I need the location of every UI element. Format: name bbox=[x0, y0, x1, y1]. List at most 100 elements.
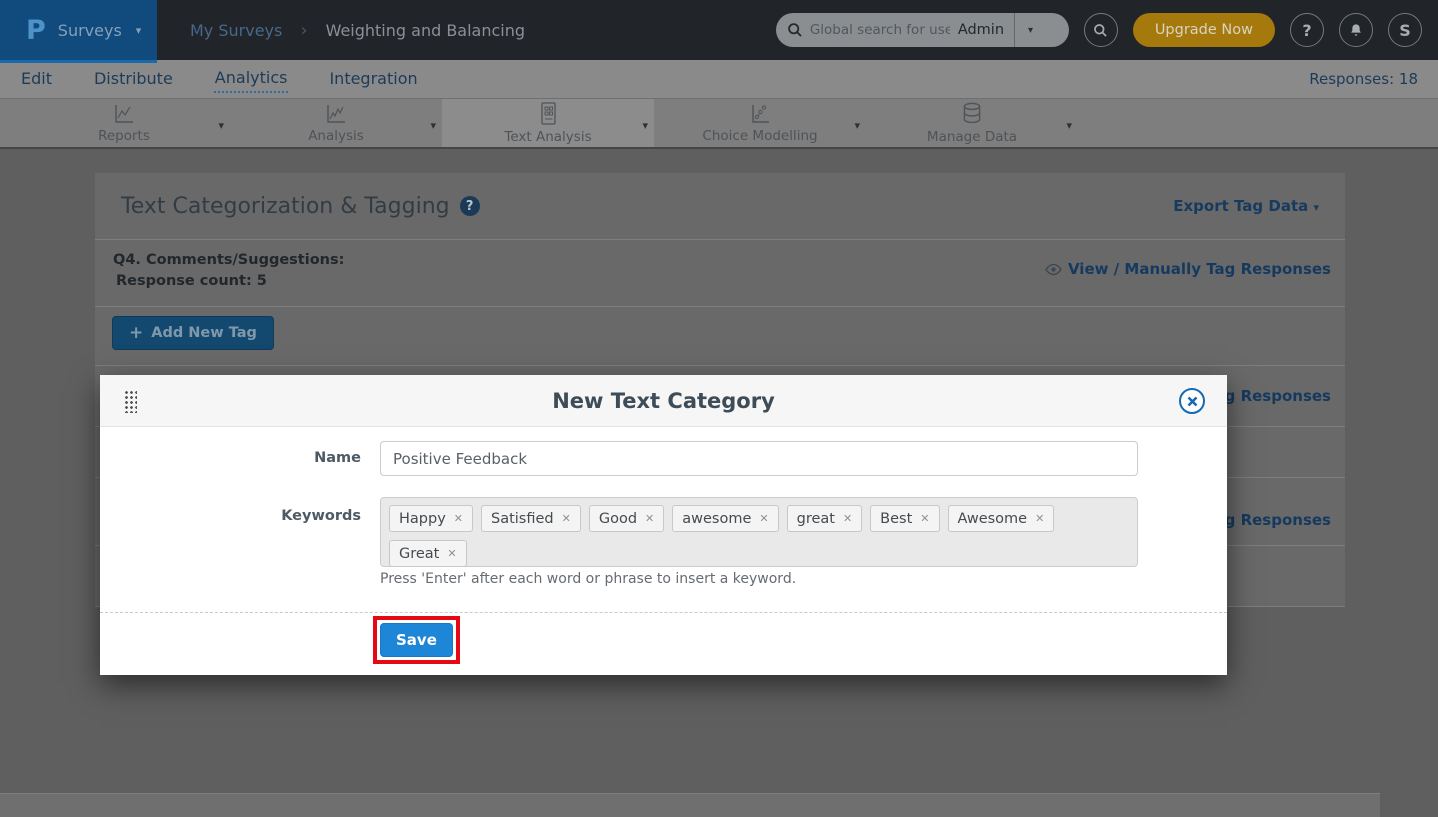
keyword-label: Satisfied bbox=[491, 511, 554, 527]
page-footer bbox=[0, 793, 1438, 817]
toolbar-item-label: Reports bbox=[98, 128, 150, 144]
tab-distribute[interactable]: Distribute bbox=[93, 67, 174, 92]
toolbar-item-label: Manage Data bbox=[927, 129, 1017, 145]
remove-keyword-icon[interactable]: ✕ bbox=[843, 512, 852, 525]
document-grid-icon bbox=[536, 101, 560, 127]
chevron-down-icon[interactable]: ▾ bbox=[430, 119, 436, 132]
question-icon: ? bbox=[466, 199, 474, 214]
keyword-label: awesome bbox=[682, 511, 751, 527]
bell-icon bbox=[1348, 22, 1364, 38]
toolbar-item-text-analysis[interactable]: Text Analysis ▾ bbox=[442, 99, 654, 147]
surveys-menu-label: Surveys bbox=[58, 21, 122, 40]
keyword-chip: Best ✕ bbox=[870, 505, 939, 532]
keyword-chip: Satisfied ✕ bbox=[481, 505, 581, 532]
toolbar-item-analysis[interactable]: Analysis ▾ bbox=[230, 99, 442, 147]
keyword-label: great bbox=[797, 511, 835, 527]
toolbar-item-label: Choice Modelling bbox=[702, 128, 817, 144]
add-tag-row: + Add New Tag bbox=[95, 307, 1345, 366]
breadcrumb-my-surveys[interactable]: My Surveys bbox=[190, 21, 282, 40]
page-title: Text Categorization & Tagging bbox=[121, 194, 450, 219]
keywords-row: Keywords Happy ✕ Satisfied ✕ Good ✕ awesome… bbox=[100, 497, 1138, 567]
search-icon bbox=[1093, 23, 1108, 38]
question-row: Q4. Comments/Suggestions: Response count… bbox=[95, 240, 1345, 307]
line-chart-icon bbox=[111, 102, 137, 126]
help-icon[interactable]: ? bbox=[460, 196, 480, 216]
chevron-down-icon: ▾ bbox=[136, 24, 142, 37]
toolbar-item-choice-modelling[interactable]: Choice Modelling ▾ bbox=[654, 99, 866, 147]
toolbar-item-label: Analysis bbox=[308, 128, 364, 144]
notifications-button[interactable] bbox=[1339, 13, 1373, 47]
modal-header: New Text Category bbox=[100, 375, 1227, 427]
category-name-input[interactable] bbox=[380, 441, 1138, 476]
chevron-down-icon[interactable]: ▾ bbox=[642, 119, 648, 132]
name-row: Name bbox=[100, 441, 1138, 476]
remove-keyword-icon[interactable]: ✕ bbox=[447, 547, 456, 560]
chevron-down-icon[interactable]: ▾ bbox=[854, 119, 860, 132]
keyword-label: Good bbox=[599, 511, 637, 527]
eye-icon bbox=[1045, 263, 1062, 276]
avatar[interactable]: S bbox=[1388, 13, 1422, 47]
remove-keyword-icon[interactable]: ✕ bbox=[562, 512, 571, 525]
remove-keyword-icon[interactable]: ✕ bbox=[759, 512, 768, 525]
tab-edit[interactable]: Edit bbox=[20, 67, 53, 92]
search-scope-label[interactable]: Admin bbox=[958, 22, 1004, 38]
remove-keyword-icon[interactable]: ✕ bbox=[645, 512, 654, 525]
global-search: Admin ▾ bbox=[776, 13, 1069, 47]
tab-analytics[interactable]: Analytics bbox=[214, 66, 289, 93]
keyword-chip: Good ✕ bbox=[589, 505, 664, 532]
keywords-input[interactable]: Happy✕ Satisfied✕ Good✕ awesome✕ great✕ … bbox=[380, 497, 1138, 567]
export-tag-data-label: Export Tag Data bbox=[1173, 197, 1308, 215]
keywords-helper-text: Press 'Enter' after each word or phrase … bbox=[380, 571, 796, 587]
keyword-label: Happy bbox=[399, 511, 446, 527]
surveys-menu[interactable]: P Surveys ▾ bbox=[0, 0, 157, 60]
new-text-category-modal: New Text Category Name Keywords Happy ✕ S… bbox=[100, 375, 1227, 675]
help-button[interactable]: ? bbox=[1290, 13, 1324, 47]
search-scope-caret-icon[interactable]: ▾ bbox=[1015, 25, 1046, 36]
close-button[interactable] bbox=[1179, 388, 1205, 414]
view-manually-tag-link[interactable]: View / Manually Tag Responses bbox=[1045, 260, 1331, 278]
plus-icon: + bbox=[129, 323, 143, 343]
top-bar: P Surveys ▾ My Surveys › Weighting and B… bbox=[0, 0, 1438, 60]
close-icon bbox=[1187, 396, 1198, 407]
export-tag-data-button[interactable]: Export Tag Data ▾ bbox=[1173, 197, 1319, 215]
keyword-label: Awesome bbox=[958, 511, 1028, 527]
search-button[interactable] bbox=[1084, 13, 1118, 47]
card-header: Text Categorization & Tagging ? Export T… bbox=[95, 173, 1345, 240]
add-new-tag-button[interactable]: + Add New Tag bbox=[112, 316, 274, 350]
drag-handle-icon[interactable] bbox=[124, 390, 137, 413]
keyword-chip: Awesome ✕ bbox=[948, 505, 1055, 532]
modal-title: New Text Category bbox=[552, 389, 775, 413]
toolbar-item-label: Text Analysis bbox=[504, 129, 591, 145]
product-logo: P bbox=[26, 15, 46, 46]
keyword-chip: Great✕ bbox=[389, 540, 467, 567]
keyword-chip: great ✕ bbox=[787, 505, 863, 532]
view-manually-tag-label: View / Manually Tag Responses bbox=[1068, 260, 1331, 278]
survey-nav: Edit Distribute Analytics Integration Re… bbox=[0, 60, 1438, 98]
keyword-label: Best bbox=[880, 511, 912, 527]
toolbar-item-manage-data[interactable]: Manage Data ▾ bbox=[866, 99, 1078, 147]
toolbar-item-reports[interactable]: Reports ▾ bbox=[18, 99, 230, 147]
keywords-label: Keywords bbox=[100, 497, 361, 567]
database-icon bbox=[959, 101, 985, 127]
breadcrumb-current: Weighting and Balancing bbox=[326, 21, 525, 40]
save-button[interactable]: Save bbox=[380, 623, 453, 657]
tab-integration[interactable]: Integration bbox=[328, 67, 418, 92]
breadcrumb: My Surveys › Weighting and Balancing bbox=[190, 20, 525, 41]
keyword-chip: awesome ✕ bbox=[672, 505, 778, 532]
annotation-highlight: Save bbox=[373, 616, 460, 664]
responses-count: Responses: 18 bbox=[1309, 70, 1418, 88]
analytics-toolbar: Reports ▾ Analysis ▾ Text Analysis ▾ Cho… bbox=[0, 98, 1438, 149]
breadcrumb-separator-icon: › bbox=[300, 20, 307, 41]
modal-divider bbox=[100, 612, 1227, 613]
scatter-chart-icon bbox=[747, 102, 773, 126]
keyword-chip: Happy ✕ bbox=[389, 505, 473, 532]
remove-keyword-icon[interactable]: ✕ bbox=[920, 512, 929, 525]
search-icon bbox=[787, 22, 803, 38]
footer-corner bbox=[1380, 793, 1438, 817]
upgrade-now-button[interactable]: Upgrade Now bbox=[1133, 13, 1275, 47]
chevron-down-icon[interactable]: ▾ bbox=[218, 119, 224, 132]
remove-keyword-icon[interactable]: ✕ bbox=[1035, 512, 1044, 525]
global-search-input[interactable] bbox=[810, 22, 950, 38]
chevron-down-icon[interactable]: ▾ bbox=[1066, 119, 1072, 132]
remove-keyword-icon[interactable]: ✕ bbox=[454, 512, 463, 525]
